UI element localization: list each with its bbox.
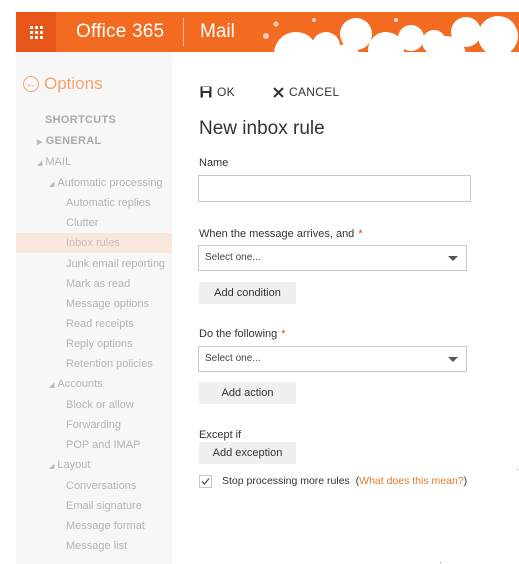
sidebar-item-message-format[interactable]: Message format — [66, 516, 145, 536]
sidebar-item-shortcuts[interactable]: SHORTCUTS — [45, 110, 116, 130]
close-icon — [273, 86, 284, 98]
options-sidebar: ← Options SHORTCUTS ▶ GENERAL ◢ MAIL ◢ Auto… — [16, 52, 172, 564]
sidebar-item-message-list[interactable]: Message list — [66, 536, 127, 556]
rule-name-input[interactable] — [198, 175, 471, 202]
sidebar-item-inbox-rules[interactable]: Inbox rules — [16, 233, 172, 253]
header-cloud-decoration — [263, 16, 518, 52]
cancel-button[interactable]: CANCEL — [273, 84, 339, 100]
sidebar-item-clutter[interactable]: Clutter — [66, 213, 98, 233]
add-condition-button[interactable]: Add condition — [199, 282, 296, 304]
sidebar-group-accounts[interactable]: ◢ Accounts — [49, 374, 103, 394]
cancel-label: CANCEL — [289, 85, 340, 99]
top-bar: Office 365 Mail — [16, 12, 519, 52]
expand-triangle-icon: ▶ — [37, 139, 43, 146]
collapse-triangle-icon: ◢ — [37, 160, 43, 167]
sidebar-item-email-signature[interactable]: Email signature — [66, 496, 142, 516]
sidebar-item-mark-as-read[interactable]: Mark as read — [66, 274, 130, 294]
sidebar-item-general[interactable]: ▶ GENERAL — [37, 131, 102, 151]
sidebar-item-conversations[interactable]: Conversations — [66, 476, 136, 496]
when-arrives-label: When the message arrives, and * — [199, 228, 363, 240]
sidebar-item-message-options[interactable]: Message options — [66, 294, 149, 314]
artifact-dot — [517, 469, 518, 470]
checkmark-icon — [201, 478, 210, 485]
sidebar-item-reply-options[interactable]: Reply options — [66, 334, 133, 354]
sidebar-item-pop-and-imap[interactable]: POP and IMAP — [66, 435, 140, 455]
stop-processing-checkbox[interactable] — [199, 475, 212, 488]
sidebar-item-retention-policies[interactable]: Retention policies — [66, 354, 153, 374]
collapse-triangle-icon: ◢ — [49, 463, 55, 470]
options-title: Options — [44, 74, 103, 93]
rule-editor-panel: OK CANCEL New inbox rule Name When the m… — [172, 52, 519, 564]
header-divider — [183, 18, 184, 46]
help-link[interactable]: What does this mean? — [359, 475, 463, 487]
chevron-down-icon — [448, 357, 458, 362]
stop-processing-label: Stop processing more rules (What does th… — [222, 475, 468, 487]
sidebar-item-automatic-replies[interactable]: Automatic replies — [66, 193, 150, 213]
save-icon — [200, 86, 212, 98]
ok-label: OK — [217, 85, 235, 99]
back-arrow-icon: ← — [23, 76, 39, 92]
sidebar-item-read-receipts[interactable]: Read receipts — [66, 314, 134, 334]
app-name[interactable]: Mail — [200, 12, 235, 52]
action-select[interactable]: Select one... — [198, 346, 467, 372]
sidebar-group-automatic-processing[interactable]: ◢ Automatic processing — [49, 173, 163, 193]
waffle-icon — [29, 25, 43, 39]
artifact-dot — [440, 562, 441, 563]
options-back-link[interactable]: ← Options — [23, 72, 103, 96]
brand-name[interactable]: Office 365 — [76, 12, 164, 52]
name-label: Name — [199, 157, 229, 169]
page-title: New inbox rule — [199, 118, 325, 139]
sidebar-item-mail[interactable]: ◢ MAIL — [37, 152, 71, 172]
add-action-button[interactable]: Add action — [199, 382, 296, 404]
chevron-down-icon — [448, 256, 458, 261]
collapse-triangle-icon: ◢ — [49, 181, 55, 188]
sidebar-item-junk-email-reporting[interactable]: Junk email reporting — [66, 254, 165, 274]
ok-button[interactable]: OK — [200, 84, 235, 100]
sidebar-group-layout[interactable]: ◢ Layout — [49, 455, 90, 475]
condition-select[interactable]: Select one... — [198, 245, 467, 271]
do-following-label: Do the following * — [199, 328, 286, 340]
collapse-triangle-icon: ◢ — [49, 382, 55, 389]
app-launcher-button[interactable] — [16, 12, 56, 52]
add-exception-button[interactable]: Add exception — [199, 442, 296, 464]
except-if-label: Except if — [199, 429, 242, 441]
sidebar-item-forwarding[interactable]: Forwarding — [66, 415, 121, 435]
sidebar-item-block-or-allow[interactable]: Block or allow — [66, 395, 134, 415]
